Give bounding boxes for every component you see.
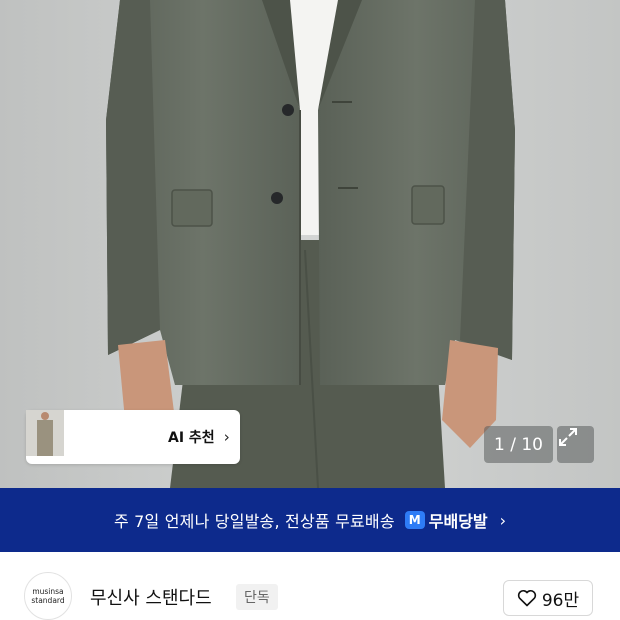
expand-button[interactable] (557, 426, 594, 463)
ai-recommend-label: AI 추천 (168, 430, 215, 446)
image-counter: 1 / 10 (484, 426, 553, 463)
heart-icon (517, 589, 536, 607)
ai-recommend-chip[interactable]: AI 추천 › (26, 410, 240, 464)
delivery-banner-text: 주 7일 언제나 당일발송, 전상품 무료배송 (113, 512, 395, 531)
chevron-right-icon: › (499, 510, 507, 530)
product-page: AI 추천 › 1 / 10 주 7일 언제나 당일발송, 전상품 무료배송 M… (0, 0, 620, 620)
product-image[interactable]: AI 추천 › 1 / 10 (0, 0, 620, 488)
expand-icon (559, 428, 577, 446)
delivery-service-name: 무배당발 (428, 512, 488, 531)
exclusive-badge: 단독 (236, 584, 278, 610)
chevron-right-icon: › (223, 428, 230, 446)
delivery-banner[interactable]: 주 7일 언제나 당일발송, 전상품 무료배송 M 무배당발 › (0, 488, 620, 552)
brand-name[interactable]: 무신사 스탠다드 (90, 584, 212, 610)
brand-logo[interactable]: musinsa standard (24, 572, 72, 620)
like-button[interactable]: 96만 (503, 580, 593, 616)
thumb-suit-beige (26, 410, 154, 460)
thumb-suit-dark (26, 410, 111, 460)
like-count: 96만 (541, 590, 580, 611)
brand-logo-line2: standard (31, 596, 65, 605)
brand-logo-line1: musinsa (32, 587, 64, 596)
musinsa-m-icon: M (404, 511, 425, 529)
